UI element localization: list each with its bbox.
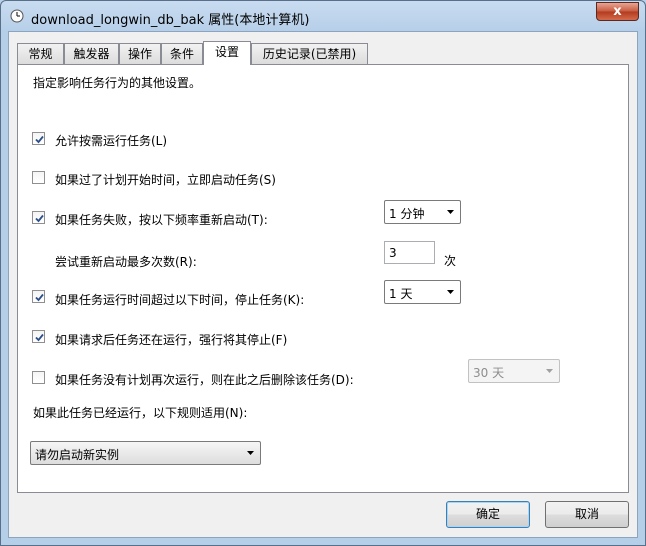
- chevron-down-icon: [447, 290, 454, 294]
- tab-actions[interactable]: 操作: [119, 43, 161, 64]
- rule-label: 如果此任务已经运行，以下规则适用(N):: [33, 406, 248, 420]
- tab-conditions[interactable]: 条件: [161, 43, 203, 64]
- tab-general[interactable]: 常规: [17, 43, 64, 64]
- checkmark-icon: [35, 214, 44, 223]
- restart-attempts-input[interactable]: [384, 241, 435, 264]
- restart-on-fail-label: 如果任务失败，按以下频率重新启动(T):: [55, 213, 268, 227]
- force-stop-label: 如果请求后任务还在运行，强行将其停止(F): [55, 333, 288, 347]
- chevron-down-icon: [247, 451, 254, 455]
- tab-history[interactable]: 历史记录(已禁用): [251, 43, 368, 64]
- tab-settings[interactable]: 设置: [203, 41, 251, 65]
- cancel-button[interactable]: 取消: [545, 501, 629, 528]
- start-if-missed-checkbox[interactable]: [32, 171, 45, 184]
- delete-if-not-scheduled-checkbox[interactable]: [32, 371, 45, 384]
- restart-attempts-field[interactable]: [385, 242, 434, 263]
- restart-interval-value: 1 分钟: [389, 207, 425, 221]
- restart-attempts-label: 尝试重新启动最多次数(R):: [55, 255, 197, 269]
- delete-after-dropdown[interactable]: 30 天: [468, 359, 560, 383]
- rule-dropdown[interactable]: 请勿启动新实例: [30, 441, 261, 465]
- panel-description: 指定影响任务行为的其他设置。: [33, 76, 202, 90]
- restart-attempts-unit: 次: [444, 254, 457, 268]
- delete-if-not-scheduled-label: 如果任务没有计划再次运行，则在此之后删除该任务(D):: [55, 373, 354, 387]
- delete-after-value: 30 天: [473, 366, 505, 380]
- ok-button[interactable]: 确定: [446, 501, 530, 528]
- chevron-down-icon: [546, 369, 553, 373]
- stop-if-longer-checkbox[interactable]: [32, 290, 45, 303]
- start-if-missed-label: 如果过了计划开始时间，立即启动任务(S): [55, 173, 276, 187]
- checkmark-icon: [35, 135, 44, 144]
- clock-icon: [10, 9, 24, 23]
- close-icon: x: [613, 4, 622, 19]
- allow-on-demand-label: 允许按需运行任务(L): [55, 134, 168, 148]
- title-bar[interactable]: download_longwin_db_bak 属性(本地计算机) x: [1, 1, 645, 32]
- properties-dialog: download_longwin_db_bak 属性(本地计算机) x 常规 触…: [0, 0, 646, 546]
- chevron-down-icon: [447, 210, 454, 214]
- stop-duration-dropdown[interactable]: 1 天: [384, 280, 461, 304]
- rule-value: 请勿启动新实例: [35, 448, 120, 462]
- stop-duration-value: 1 天: [389, 287, 413, 301]
- close-button[interactable]: x: [596, 2, 639, 21]
- window-title: download_longwin_db_bak 属性(本地计算机): [31, 13, 310, 28]
- dialog-client: 常规 触发器 操作 条件 设置 历史记录(已禁用) 指定影响任务行为的其他设置。…: [8, 31, 638, 538]
- stop-if-longer-label: 如果任务运行时间超过以下时间，停止任务(K):: [55, 293, 305, 307]
- force-stop-checkbox[interactable]: [32, 330, 45, 343]
- allow-on-demand-checkbox[interactable]: [32, 132, 45, 145]
- settings-panel: 指定影响任务行为的其他设置。 允许按需运行任务(L) 如果过了计划开始时间，立即…: [17, 64, 629, 493]
- checkmark-icon: [35, 293, 44, 302]
- checkmark-icon: [35, 333, 44, 342]
- restart-on-fail-checkbox[interactable]: [32, 211, 45, 224]
- tab-triggers[interactable]: 触发器: [64, 43, 119, 64]
- restart-interval-dropdown[interactable]: 1 分钟: [384, 200, 461, 224]
